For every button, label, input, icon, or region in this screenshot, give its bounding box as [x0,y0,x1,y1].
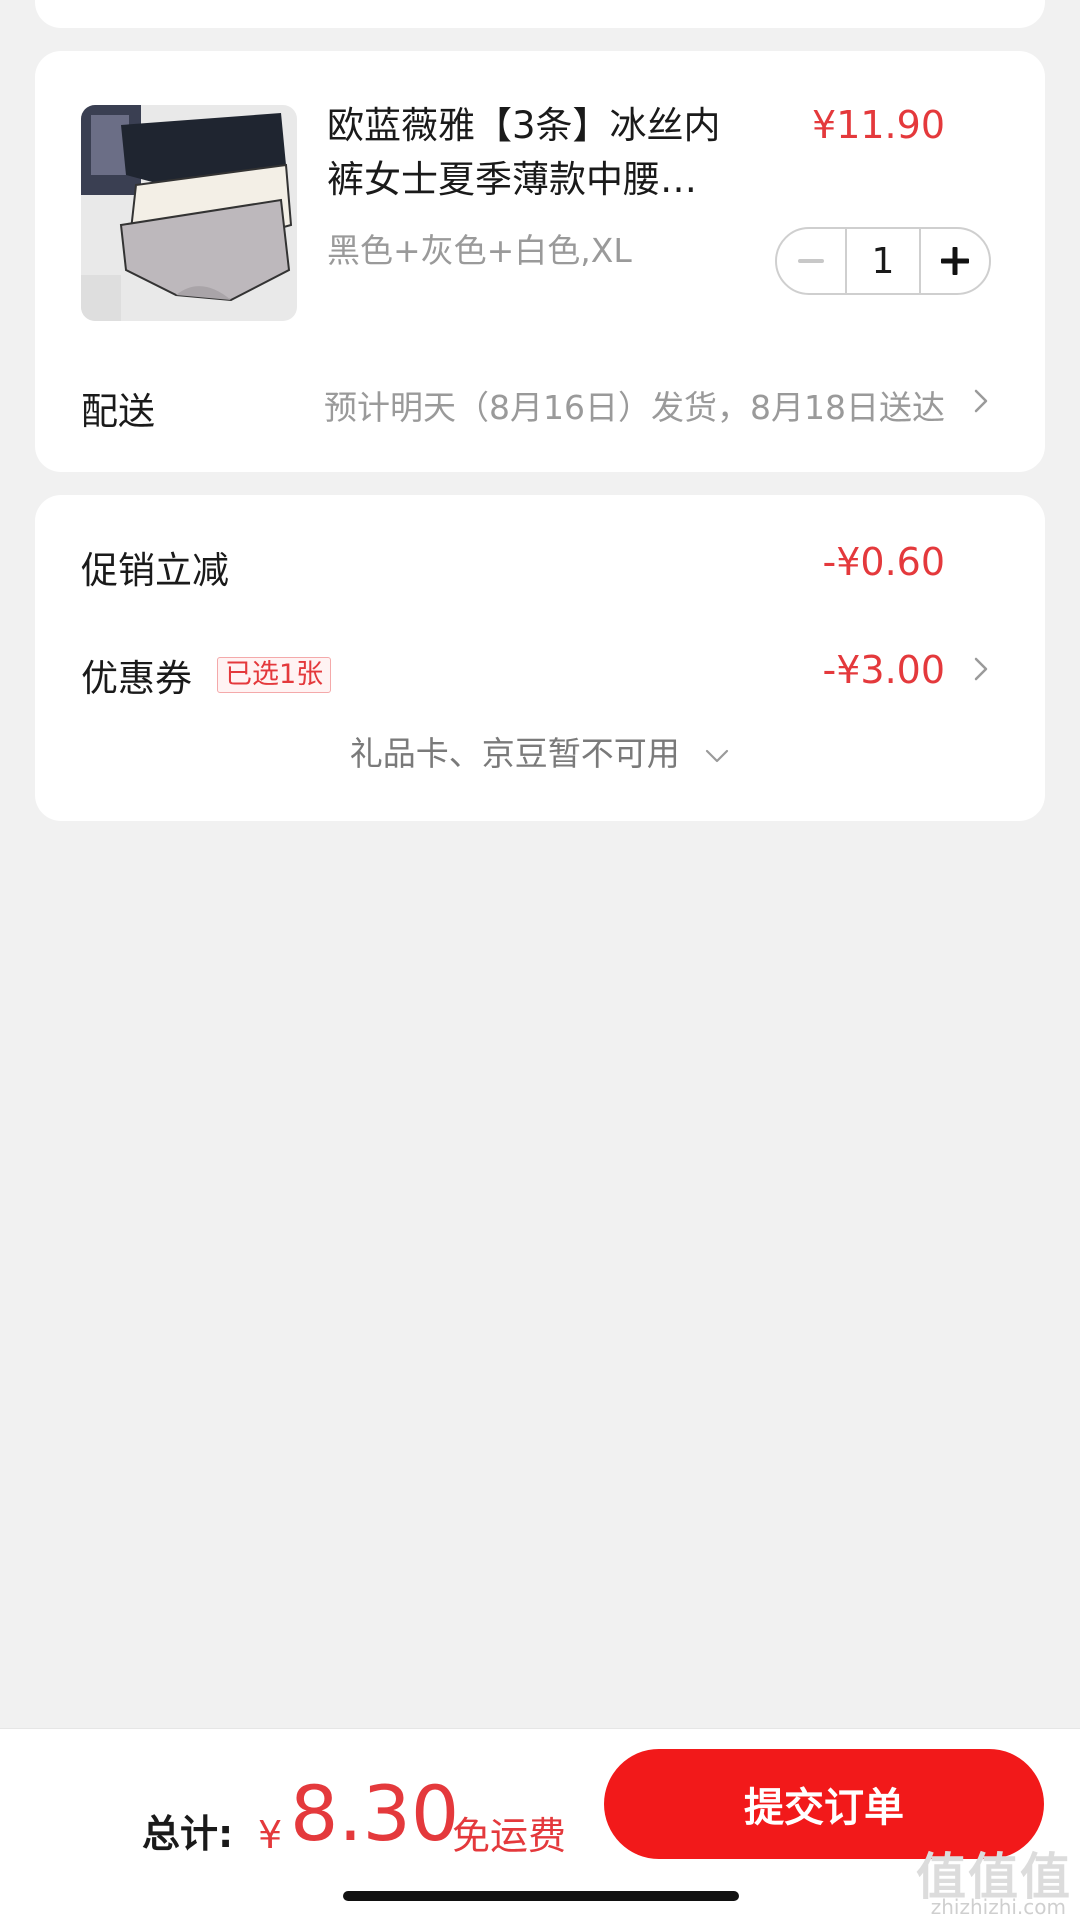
product-thumbnail-icon [81,105,297,321]
promo-label: 促销立减 [81,549,229,592]
product-card: 欧蓝薇雅【3条】冰丝内裤女士夏季薄款中腰… ¥11.90 黑色+灰色+白色,XL… [35,51,1045,472]
product-spec: 黑色+灰色+白色,XL [327,231,632,270]
watermark-domain: zhizhizhi.com [930,1895,1066,1916]
delivery-label: 配送 [81,390,155,433]
product-thumbnail[interactable] [81,105,297,321]
total-amount: 8.30 [290,1769,460,1858]
quantity-value[interactable]: 1 [847,229,919,293]
shipping-status: 免运费 [452,1814,567,1858]
chevron-down-icon [706,749,729,762]
chevron-right-icon[interactable] [967,387,995,415]
quantity-stepper: 1 [775,227,991,295]
promo-value: -¥0.60 [822,540,946,584]
delivery-estimate[interactable]: 预计明天（8月16日）发货，8月18日送达 [324,381,945,429]
decrease-button[interactable] [777,229,847,293]
increase-button[interactable] [919,229,989,293]
previous-card [35,0,1045,28]
plus-icon [941,247,969,275]
total-label: 总计: [142,1812,234,1856]
chevron-right-icon[interactable] [967,655,995,683]
order-confirmation-page: 欧蓝薇雅【3条】冰丝内裤女士夏季薄款中腰… ¥11.90 黑色+灰色+白色,XL… [0,0,1080,1916]
coupon-label[interactable]: 优惠券 [81,648,192,702]
giftcard-text: 礼品卡、京豆暂不可用 [349,734,680,773]
discount-card: 促销立减 -¥0.60 优惠券 已选1张 -¥3.00 礼品卡、京豆暂不可用 [35,495,1045,821]
product-price: ¥11.90 [812,103,945,147]
home-indicator[interactable] [343,1891,739,1901]
coupon-value[interactable]: -¥3.00 [823,648,946,692]
giftcard-row[interactable]: 礼品卡、京豆暂不可用 [35,727,1045,775]
minus-icon [798,259,824,263]
product-title[interactable]: 欧蓝薇雅【3条】冰丝内裤女士夏季薄款中腰… [327,99,757,207]
total-currency: ¥ [258,1813,283,1857]
checkout-bar: 总计: ¥ 8.30 免运费 提交订单 值值值 zhizhizhi.com [0,1728,1080,1916]
coupon-selected-badge: 已选1张 [217,657,332,693]
